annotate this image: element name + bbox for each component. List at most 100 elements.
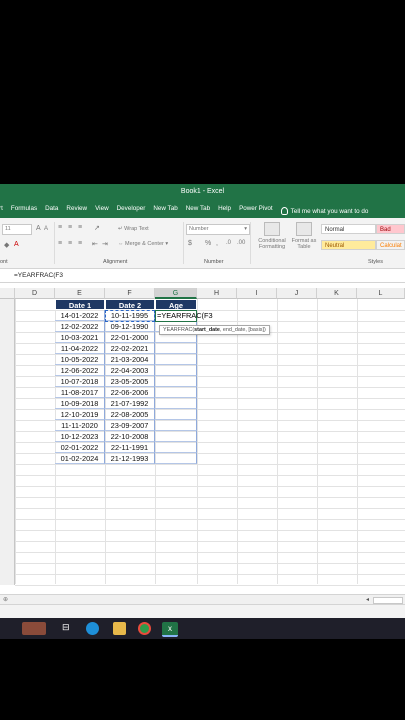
excel-taskbar-icon[interactable]: x: [162, 622, 178, 637]
row-header[interactable]: [0, 552, 15, 563]
date-2-cell[interactable]: 21-03-2004: [105, 354, 155, 365]
file-explorer-icon[interactable]: [113, 622, 126, 635]
date-2-cell[interactable]: 22-04-2003: [105, 365, 155, 376]
align-bottom-icon[interactable]: ≡: [78, 224, 82, 231]
column-header-i[interactable]: I: [237, 288, 277, 299]
date-2-cell[interactable]: 22-02-2021: [105, 343, 155, 354]
row-header[interactable]: [0, 453, 15, 464]
wrap-text-button[interactable]: ↵ Wrap Text: [118, 226, 149, 232]
date-1-cell[interactable]: 11-08-2017: [55, 387, 105, 398]
age-cell[interactable]: [155, 442, 197, 453]
align-right-icon[interactable]: ≡: [78, 240, 82, 247]
indent-icon[interactable]: ⇤: [92, 240, 98, 248]
edge-browser-icon[interactable]: [86, 622, 99, 635]
row-header[interactable]: [0, 420, 15, 431]
date-1-cell[interactable]: 11-04-2022: [55, 343, 105, 354]
column-header-l[interactable]: L: [357, 288, 405, 299]
date-1-cell[interactable]: 11-11-2020: [55, 420, 105, 431]
column-header-d[interactable]: D: [15, 288, 55, 299]
row-header[interactable]: [0, 519, 15, 530]
row-header[interactable]: [0, 541, 15, 552]
date-2-cell[interactable]: 22-11-1991: [105, 442, 155, 453]
column-header-h[interactable]: H: [197, 288, 237, 299]
row-header[interactable]: [0, 486, 15, 497]
date-2-cell[interactable]: 09-12-1990: [105, 321, 155, 332]
font-color-icon[interactable]: A: [14, 241, 19, 248]
percent-button[interactable]: %: [205, 240, 211, 247]
date-1-cell[interactable]: 12-06-2022: [55, 365, 105, 376]
date-1-cell[interactable]: 12-10-2019: [55, 409, 105, 420]
age-cell[interactable]: [155, 398, 197, 409]
decrease-decimal-icon[interactable]: .00: [237, 240, 245, 246]
date-2-cell[interactable]: 23-05-2005: [105, 376, 155, 387]
align-center-icon[interactable]: ≡: [68, 240, 72, 247]
font-size-select[interactable]: 11: [2, 224, 32, 235]
row-header[interactable]: [0, 497, 15, 508]
age-cell[interactable]: [155, 376, 197, 387]
header-date-2[interactable]: Date 2: [105, 299, 155, 310]
style-normal[interactable]: Normal: [321, 224, 376, 234]
row-header[interactable]: [0, 343, 15, 354]
date-2-cell[interactable]: 22-10-2008: [105, 431, 155, 442]
row-header[interactable]: [0, 409, 15, 420]
orientation-icon[interactable]: ↗: [94, 224, 100, 232]
row-header[interactable]: [0, 574, 15, 585]
age-cell[interactable]: [155, 453, 197, 464]
date-1-cell[interactable]: 14-01-2022: [55, 310, 105, 321]
date-1-cell[interactable]: 10-03-2021: [55, 332, 105, 343]
tab-data[interactable]: Data: [45, 205, 58, 217]
age-cell[interactable]: [155, 431, 197, 442]
column-header-e[interactable]: E: [55, 288, 105, 299]
date-1-cell[interactable]: 01-02-2024: [55, 453, 105, 464]
row-header[interactable]: [0, 464, 15, 475]
tab-formulas[interactable]: Formulas: [11, 205, 37, 217]
row-header[interactable]: [0, 387, 15, 398]
tab-power-pivot[interactable]: Power Pivot: [239, 205, 273, 217]
date-1-cell[interactable]: 10-12-2023: [55, 431, 105, 442]
row-header[interactable]: [0, 475, 15, 486]
row-header[interactable]: [0, 365, 15, 376]
scroll-left-icon[interactable]: ◂: [366, 596, 369, 603]
comma-button[interactable]: ,: [216, 240, 218, 247]
age-cell[interactable]: [155, 354, 197, 365]
select-all-corner[interactable]: [0, 288, 15, 299]
date-2-cell[interactable]: 21-12-1993: [105, 453, 155, 464]
date-1-cell[interactable]: 10-07-2018: [55, 376, 105, 387]
number-format-select[interactable]: Number ▾: [186, 224, 250, 235]
date-2-cell[interactable]: 22-01-2000: [105, 332, 155, 343]
column-header-f[interactable]: F: [105, 288, 155, 299]
date-2-cell[interactable]: 22-08-2005: [105, 409, 155, 420]
style-bad[interactable]: Bad: [376, 224, 405, 234]
tab-developer[interactable]: Developer: [117, 205, 146, 217]
row-header[interactable]: [0, 442, 15, 453]
align-left-icon[interactable]: ≡: [58, 240, 62, 247]
row-header[interactable]: [0, 321, 15, 332]
style-calculation[interactable]: Calculat: [376, 240, 405, 250]
scroll-thumb[interactable]: [373, 597, 403, 604]
row-header[interactable]: [0, 530, 15, 541]
chrome-icon[interactable]: [138, 622, 151, 635]
fill-color-icon[interactable]: ◆: [4, 241, 9, 249]
age-cell[interactable]: [155, 387, 197, 398]
tab-new-tab-1[interactable]: New Tab: [153, 205, 177, 217]
age-cell[interactable]: [155, 365, 197, 376]
active-cell-g3[interactable]: =YEARFRAC(F3: [155, 310, 213, 322]
row-header[interactable]: [0, 299, 15, 310]
currency-button[interactable]: $: [188, 240, 192, 247]
increase-font-icon[interactable]: A: [36, 225, 41, 232]
row-header[interactable]: [0, 354, 15, 365]
row-header[interactable]: [0, 310, 15, 321]
age-cell[interactable]: [155, 420, 197, 431]
date-1-cell[interactable]: 02-01-2022: [55, 442, 105, 453]
row-header[interactable]: [0, 508, 15, 519]
merge-center-button[interactable]: ⇔ Merge & Center ▾: [118, 241, 168, 247]
add-sheet-icon[interactable]: ⊕: [3, 596, 8, 603]
date-1-cell[interactable]: 10-09-2018: [55, 398, 105, 409]
header-age[interactable]: Age: [155, 299, 197, 310]
date-2-cell[interactable]: 22-06-2006: [105, 387, 155, 398]
format-as-table-button[interactable]: Format as Table: [290, 222, 318, 258]
start-menu-thumbnail-icon[interactable]: [22, 622, 46, 635]
align-top-icon[interactable]: ≡: [58, 224, 62, 231]
column-header-k[interactable]: K: [317, 288, 357, 299]
age-cell[interactable]: [155, 409, 197, 420]
